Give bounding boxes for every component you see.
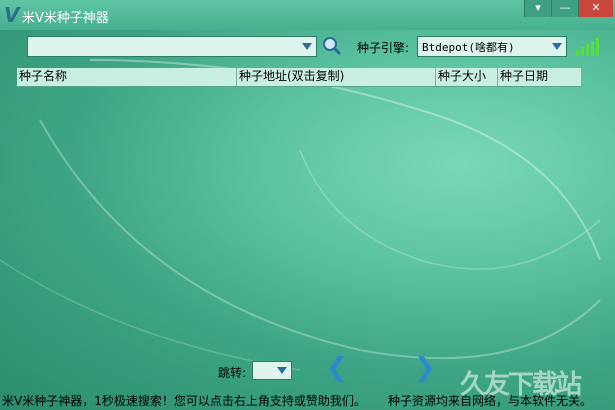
close-button[interactable]: ✕	[578, 0, 613, 17]
jump-label: 跳转:	[218, 366, 247, 380]
results-table-header: 种子名称 种子地址(双击复制) 种子大小 种子日期	[17, 68, 582, 87]
results-list[interactable]	[17, 87, 582, 349]
next-page-button[interactable]: ❯	[414, 355, 436, 381]
column-header-date[interactable]: 种子日期	[498, 68, 582, 86]
title-bar: V 米V米种子神器 ▾ — ✕	[0, 0, 615, 30]
signal-icon	[576, 36, 604, 56]
engine-value: Btdepot(啥都有)	[422, 41, 515, 54]
minimize-button[interactable]: —	[551, 0, 578, 17]
engine-select[interactable]: Btdepot(啥都有)	[417, 36, 567, 57]
column-header-size[interactable]: 种子大小	[436, 68, 498, 86]
prev-page-button[interactable]: ❮	[326, 355, 348, 381]
app-window: V 米V米种子神器 ▾ — ✕ 种子引擎: Btdepot(啥都有) 种子名称 …	[0, 0, 615, 410]
app-logo: V	[4, 3, 20, 27]
column-header-address[interactable]: 种子地址(双击复制)	[237, 68, 436, 86]
search-icon[interactable]	[322, 36, 342, 56]
window-title: 米V米种子神器	[22, 11, 109, 26]
engine-label: 种子引擎:	[357, 41, 410, 55]
menu-button[interactable]: ▾	[524, 0, 551, 17]
chevron-down-icon[interactable]	[302, 43, 312, 50]
chevron-down-icon[interactable]	[552, 43, 562, 50]
search-combobox[interactable]	[27, 36, 317, 57]
status-left: 米V米种子神器，1秒极速搜索！您可以点击右上角支持或赞助我们。	[2, 394, 366, 408]
status-right: 种子资源均来自网络，与本软件无关。	[388, 394, 593, 408]
page-select[interactable]	[252, 361, 292, 380]
column-header-name[interactable]: 种子名称	[17, 68, 237, 86]
chevron-down-icon[interactable]	[277, 367, 287, 374]
